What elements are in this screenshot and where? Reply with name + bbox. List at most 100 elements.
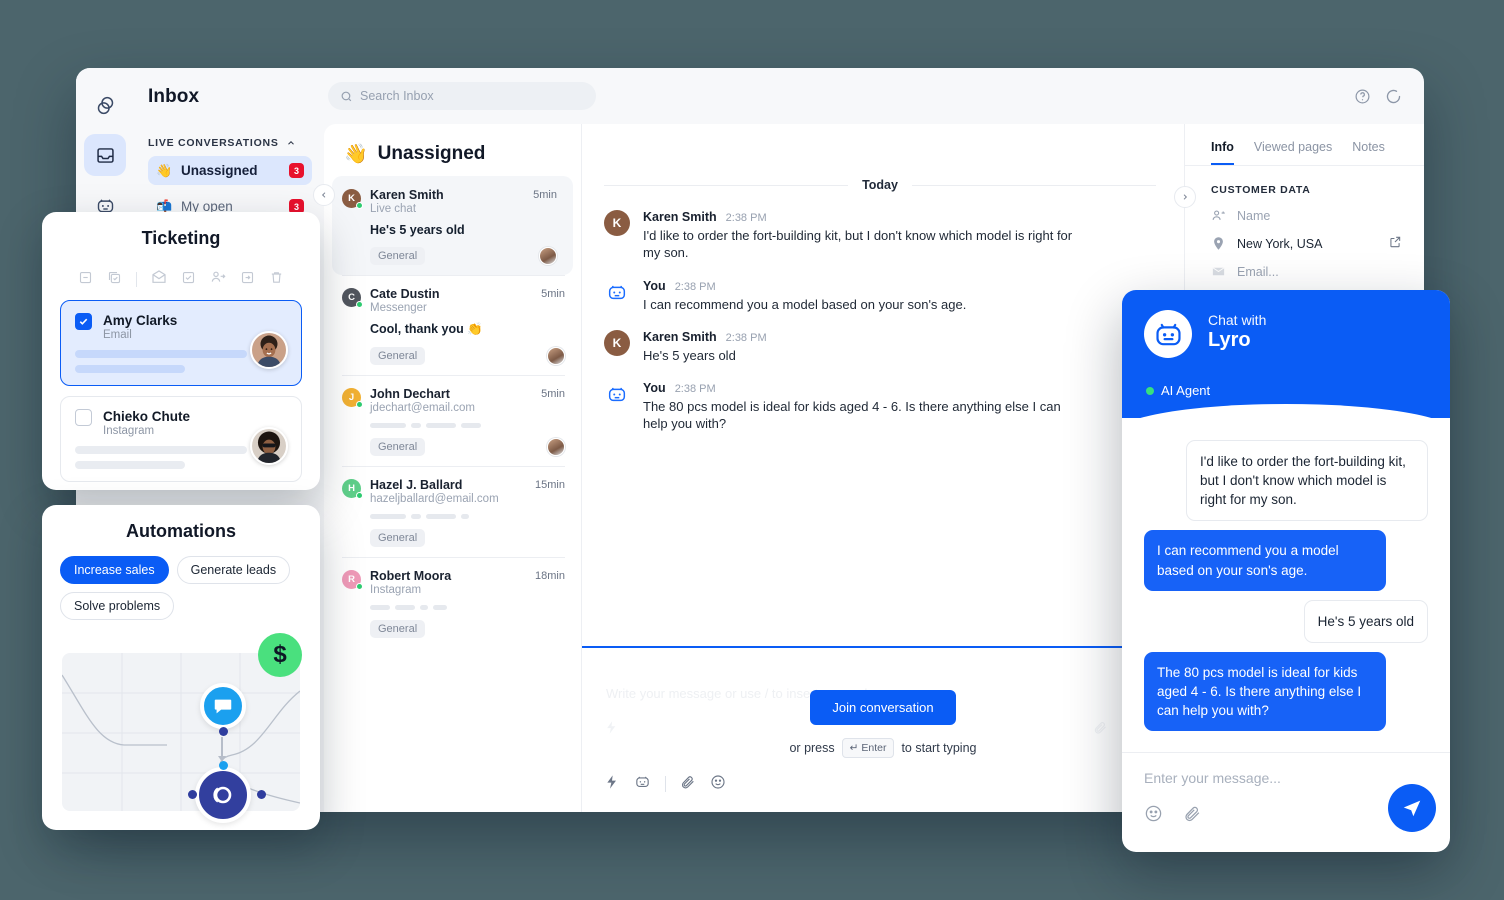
search-input[interactable]: Search Inbox [328,82,596,110]
message-header: Karen Smith 2:38 PM [643,330,1156,344]
move-to-icon[interactable] [240,270,255,290]
copy-check-icon[interactable] [107,270,122,290]
chip-increase-sales[interactable]: Increase sales [60,556,169,584]
timestamp: 5min [533,189,557,201]
message-time: 2:38 PM [725,331,767,344]
join-conversation-button[interactable]: Join conversation [810,690,956,725]
node-connector-dot [219,761,228,770]
message-snippet: Cool, thank you 👏 [370,322,483,336]
conversation-list[interactable]: 👋 Unassigned K Karen Smith Live chat 5mi… [324,124,582,812]
tab-notes[interactable]: Notes [1352,140,1385,165]
node-connector-dot [257,790,266,799]
chat-bubble-node-icon[interactable] [200,683,246,729]
avatar [250,427,288,465]
attachment-icon[interactable] [1183,804,1202,828]
avatar: C [342,288,363,308]
screenshot-stage: Inbox LIVE CONVERSATIONS 👋 Unassigned 3 … [0,0,1504,900]
contact-name: John Dechart [370,387,450,401]
list-item-row: H Hazel J. Ballard hazeljballard@email.c… [342,478,565,505]
ticket-item[interactable]: Amy Clarks Email [60,300,302,386]
attachment-icon[interactable] [680,774,696,795]
mail-open-icon[interactable] [151,269,167,290]
online-dot [356,202,363,209]
contact-name: Cate Dustin [370,287,440,301]
emoji-icon[interactable] [1144,804,1163,828]
contact-channel: hazeljballard@email.com [370,493,499,505]
assignee-avatar [547,438,565,456]
sidebar-item-unassigned[interactable]: 👋 Unassigned 3 [148,156,312,185]
list-item-info: John Dechart jdechart@email.com [370,387,532,414]
status-badge: General [370,438,426,456]
conversation-list-item[interactable]: J John Dechart jdechart@email.com 5min G… [324,375,581,466]
list-item-info: Hazel J. Ballard hazeljballard@email.com [370,478,526,505]
automation-flow-canvas[interactable] [62,653,300,811]
ticket-checkbox[interactable] [75,409,92,426]
day-separator: Today [604,178,1157,192]
message-author: Karen Smith [643,210,717,224]
online-dot [356,401,363,408]
conversation-list-item[interactable]: R Robert Moora Instagram 18min General [324,557,581,648]
brand-logo-icon[interactable] [84,84,126,126]
chip-solve-problems[interactable]: Solve problems [60,592,175,620]
contact-name: Robert Moora [370,569,452,583]
ticket-item[interactable]: Chieko Chute Instagram [60,396,302,482]
money-badge-icon: $ [258,633,302,677]
customer-name-value: Name [1237,208,1271,223]
avatar-initial: R [348,574,355,585]
message-snippet: He's 5 years old [370,223,465,237]
divider [136,272,137,287]
contact-channel: jdechart@email.com [370,402,475,414]
list-item-info: Robert Moora Instagram [370,569,526,596]
customer-row-email[interactable]: Email... [1185,252,1424,279]
customer-row-location[interactable]: New York, USA [1185,223,1424,252]
minus-box-icon[interactable] [78,270,93,290]
tab-info[interactable]: Info [1211,140,1234,165]
message-text: I'd like to order the fort-building kit,… [643,228,1073,261]
ticketing-title: Ticketing [141,228,221,248]
bot-node-icon[interactable] [195,767,251,823]
avatar: R [342,570,363,590]
avatar-initial: K [612,216,622,230]
ticket-checkbox[interactable] [75,313,92,330]
avatar-initial: J [348,392,355,403]
page-title: Inbox [148,86,200,107]
collapse-info-button[interactable] [1174,186,1196,208]
conversation-list-item[interactable]: K Karen Smith Live chat 5min He's 5 year… [332,176,573,275]
node-connector-dot [188,790,197,799]
conversation-list-item[interactable]: C Cate Dustin Messenger 5min Cool, thank… [324,275,581,375]
sidebar-item-inbox[interactable] [84,134,126,176]
snippet-skeleton [370,423,565,428]
lyro-message-user: He's 5 years old [1303,599,1428,643]
join-conversation-area: Join conversation or press ↵ Enter to st… [582,690,1184,758]
check-box-icon[interactable] [181,270,196,290]
tab-viewed-pages[interactable]: Viewed pages [1254,140,1332,165]
info-tabs: Info Viewed pages Notes [1185,124,1424,165]
emoji-icon[interactable] [710,774,726,795]
external-link-icon[interactable] [1388,235,1402,252]
chip-generate-leads[interactable]: Generate leads [176,556,291,584]
lyro-message-list: I'd like to order the fort-building kit,… [1122,418,1450,732]
online-dot [356,492,363,499]
collapse-list-button[interactable] [313,184,335,206]
conversation-detail: Today K Karen Smith 2:38 PM I'd like to … [582,124,1184,812]
lightning-icon[interactable] [604,774,620,795]
refresh-spinner-icon[interactable] [1385,88,1402,105]
bot-icon[interactable] [634,773,651,795]
status-badge: General [370,247,426,265]
join-hint-prefix: or press [789,741,835,755]
conversation-list-item[interactable]: H Hazel J. Ballard hazeljballard@email.c… [324,466,581,557]
lyro-chat-widget: Chat with Lyro AI Agent I'd like to orde… [1122,290,1450,852]
help-circle-icon[interactable] [1354,88,1371,105]
message-author: You [643,278,666,293]
lyro-message-input[interactable]: Enter your message... [1144,770,1428,786]
status-badge: General [370,620,426,638]
trash-icon[interactable] [269,270,284,290]
avatar: K [604,329,630,356]
ticket-channel: Instagram [103,425,155,437]
send-icon[interactable] [1388,784,1436,832]
lyro-message-user: I'd like to order the fort-building kit,… [1186,440,1428,522]
live-conversations-section[interactable]: LIVE CONVERSATIONS [148,137,312,149]
automations-card: Automations Increase sales Generate lead… [42,505,320,830]
customer-row-name[interactable]: Name [1185,196,1424,223]
assign-user-icon[interactable] [210,269,226,290]
